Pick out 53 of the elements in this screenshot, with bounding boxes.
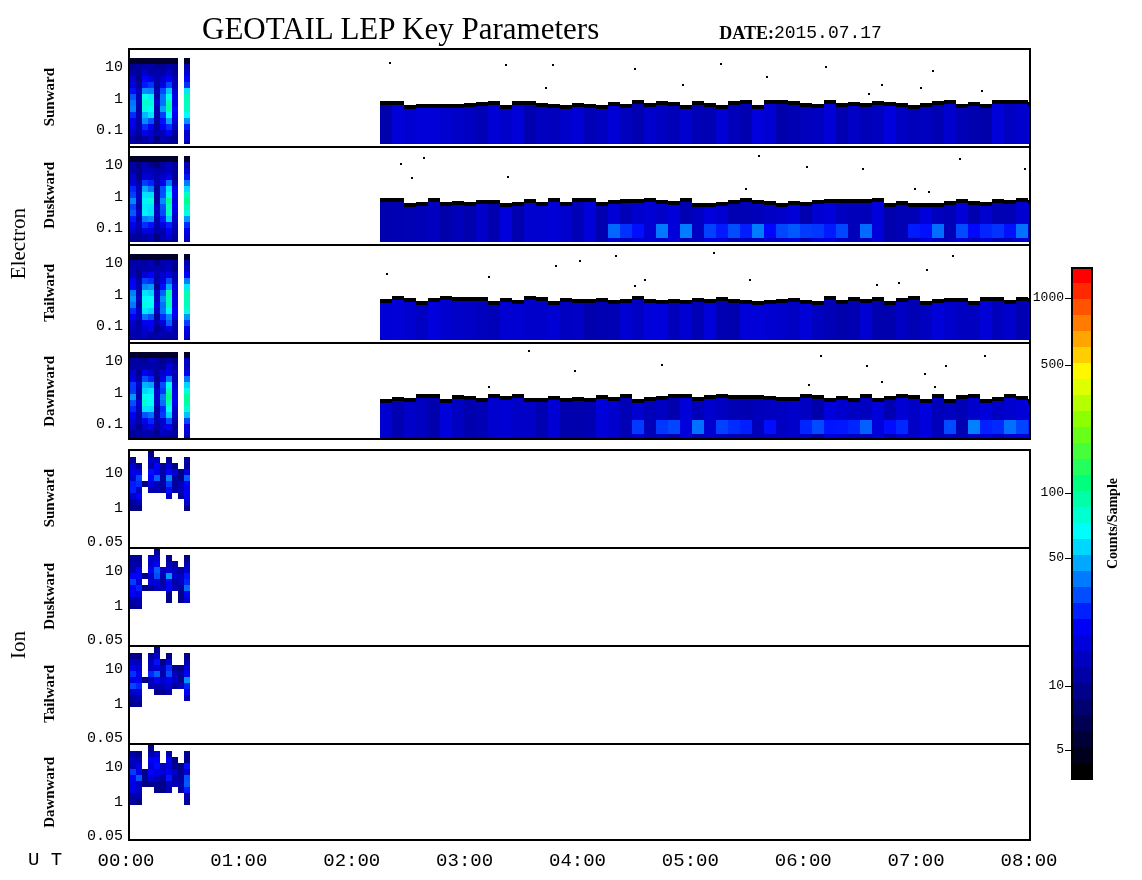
- axis-tick-label: 08:00: [1000, 848, 1058, 873]
- axis-tick-label: 10: [105, 353, 123, 371]
- axis-tick-label: 10: [105, 59, 123, 77]
- axis-tick-label: 10: [105, 563, 123, 581]
- colorbar-tick-label: 500: [1040, 356, 1064, 374]
- date-value: 2015.07.17: [773, 24, 882, 42]
- axis-tick-label: 0.05: [87, 828, 123, 846]
- axis-tick-label: 1: [114, 385, 123, 403]
- panel-label: Dawnward: [39, 355, 58, 427]
- axis-tick-label: 0.05: [87, 632, 123, 650]
- group-label: Ion: [5, 631, 32, 659]
- panel-label: Dawnward: [39, 756, 58, 828]
- colorbar-tick-label: 50: [1048, 549, 1064, 567]
- date-label: DATE:: [719, 24, 774, 42]
- panel-label: Tailward: [39, 264, 58, 322]
- axis-tick-label: 0.1: [96, 416, 123, 434]
- axis-tick-label: 10: [105, 157, 123, 175]
- colorbar-tick-label: 5: [1056, 741, 1064, 759]
- axis-tick-label: 1: [114, 696, 123, 714]
- colorbar-tick-label: 100: [1040, 484, 1064, 502]
- axis-tick-label: 1: [114, 287, 123, 305]
- axis-tick-label: 0.05: [87, 534, 123, 552]
- axis-tick-label: 1: [114, 189, 123, 207]
- axis-tick-label: 10: [105, 465, 123, 483]
- colorbar-tick-label: 10: [1048, 677, 1064, 695]
- axis-tick-label: 02:00: [323, 848, 381, 873]
- axis-tick-label: 10: [105, 255, 123, 273]
- chart-title: GEOTAIL LEP Key Parameters: [202, 13, 600, 44]
- axis-tick-label: 01:00: [210, 848, 268, 873]
- axis-tick-label: 0.1: [96, 318, 123, 336]
- axis-tick-label: 04:00: [549, 848, 606, 873]
- axis-tick-label: 0.1: [96, 220, 123, 238]
- axis-tick-label: 06:00: [774, 848, 832, 873]
- panel-label: Sunward: [39, 468, 58, 528]
- axis-tick-label: 1: [114, 598, 123, 616]
- axis-tick-label: 05:00: [661, 848, 719, 873]
- axis-tick-label: 10: [105, 759, 123, 777]
- panel-label: Sunward: [39, 67, 58, 127]
- axis-tick-label: 0.05: [87, 730, 123, 748]
- axis-tick-label: 1: [114, 794, 123, 812]
- axis-tick-label: 10: [105, 661, 123, 679]
- axis-tick-label: 07:00: [887, 848, 945, 873]
- axis-tick-label: 00:00: [97, 848, 155, 873]
- axis-tick-label: 03:00: [436, 848, 494, 873]
- axis-tick-label: 1: [114, 500, 123, 518]
- axis-tick-label: 0.1: [96, 122, 123, 140]
- panel-label: Tailward: [39, 665, 58, 723]
- group-label: Electron: [5, 208, 32, 280]
- panel-label: Duskward: [39, 562, 58, 630]
- axis-tick-label: 1: [114, 91, 123, 109]
- colorbar-label: Counts/Sample: [1103, 478, 1121, 569]
- panel-label: Duskward: [39, 161, 58, 229]
- colorbar-tick-label: 1000: [1032, 289, 1064, 307]
